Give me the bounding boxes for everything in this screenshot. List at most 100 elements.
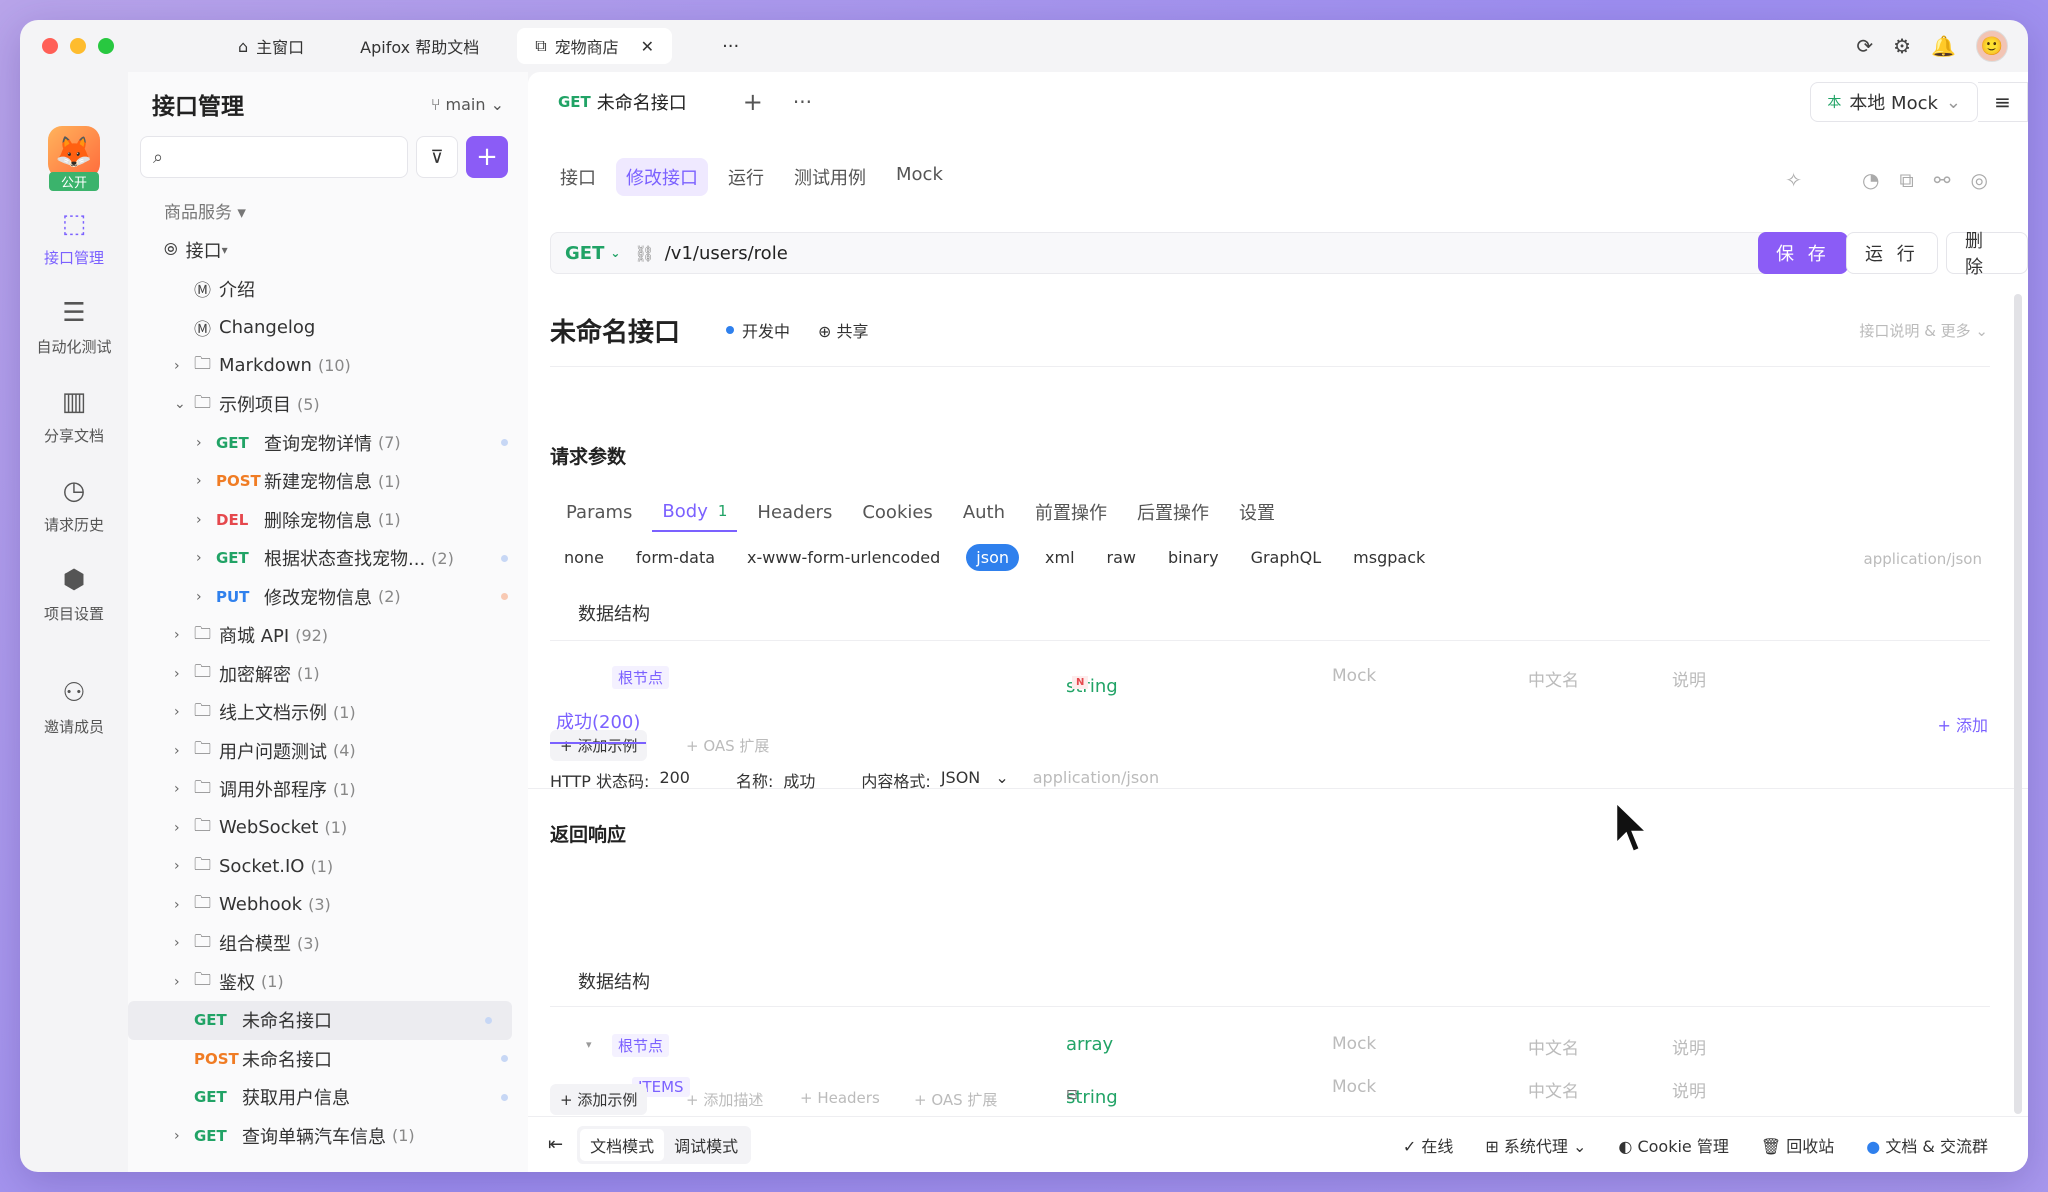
chevron-right-icon[interactable]: › <box>174 666 180 682</box>
body-type-form-data[interactable]: form-data <box>630 544 721 571</box>
filter-button[interactable]: ⊽ <box>416 136 458 178</box>
collapse-sidebar-icon[interactable]: ⇤ <box>548 1134 563 1155</box>
chevron-right-icon[interactable]: › <box>196 512 202 528</box>
tab-cookies[interactable]: Cookies <box>852 492 942 532</box>
add-button[interactable]: + <box>466 136 508 178</box>
close-window-button[interactable] <box>42 38 58 54</box>
response-name[interactable]: 成功 <box>783 768 815 792</box>
branch-selector[interactable]: ⑂ main ⌄ <box>431 95 504 114</box>
rail-item-api[interactable]: ⬚ 接口管理 <box>20 209 128 268</box>
body-type-graphql[interactable]: GraphQL <box>1245 544 1328 571</box>
tree-item[interactable]: POST 未命名接口 <box>128 1040 528 1079</box>
menu-icon[interactable]: ≡ <box>1978 82 2028 122</box>
tab-pet-store[interactable]: ⧉ 宠物商店 ✕ <box>517 28 673 64</box>
share-icon[interactable]: ⚯ <box>1934 168 1951 192</box>
caret-down-icon[interactable]: ▾ <box>222 243 228 257</box>
add-response-button[interactable]: + 添加 <box>1938 712 1989 736</box>
project-logo[interactable]: 🦊 <box>48 126 100 178</box>
chevron-right-icon[interactable]: › <box>174 897 180 913</box>
api-desc-link[interactable]: 接口说明 & 更多 ⌄ <box>1859 320 1988 341</box>
schema-row[interactable]: 根节点 string N Mock 中文名 说明 <box>550 656 1990 697</box>
method-select[interactable]: GET ⌄ <box>551 243 634 264</box>
doc-mode-button[interactable]: 文档模式 <box>580 1128 665 1161</box>
tab-help-docs[interactable]: Apifox 帮助文档 <box>342 28 497 64</box>
trash-button[interactable]: 🗑 回收站 <box>1761 1133 1834 1157</box>
chevron-right-icon[interactable]: › <box>174 974 180 990</box>
history-icon[interactable]: ◔ <box>1862 168 1879 192</box>
format-select[interactable]: JSON ⌄ <box>941 768 1009 792</box>
gear-icon[interactable]: ⚙ <box>1893 34 1911 58</box>
response-tab-200[interactable]: 成功(200) <box>550 708 647 744</box>
subtab-run[interactable]: 运行 <box>718 158 774 196</box>
body-type-binary[interactable]: binary <box>1162 544 1225 571</box>
search-input[interactable]: ⌕ <box>140 136 408 178</box>
add-example-button[interactable]: + 添加示例 <box>550 1084 648 1115</box>
refresh-icon[interactable]: ⟳ <box>1856 34 1873 58</box>
service-group[interactable]: 商品服务 ▾ <box>128 178 528 223</box>
tree-item[interactable]: › 🗀 鉴权 (1) <box>128 963 528 1002</box>
tab-post-ops[interactable]: 后置操作 <box>1127 492 1219 532</box>
tree-item[interactable]: › 🗀 线上文档示例 (1) <box>128 693 528 732</box>
tree-item[interactable]: › GET 根据状态查找宠物... (2) <box>128 539 528 578</box>
chevron-right-icon[interactable]: › <box>174 820 180 836</box>
tree-item[interactable]: › POST 新建宠物信息 (1) <box>128 462 528 501</box>
tab-settings[interactable]: 设置 <box>1229 492 1285 532</box>
tree-item[interactable]: › 🗀 Socket.IO (1) <box>128 847 528 886</box>
body-type-urlencoded[interactable]: x-www-form-urlencoded <box>741 544 946 571</box>
chevron-right-icon[interactable]: › <box>174 858 180 874</box>
delete-button[interactable]: 删 除 <box>1946 231 2028 278</box>
chevron-right-icon[interactable]: › <box>174 627 180 643</box>
share-toggle[interactable]: ⊕ 共享 <box>818 318 869 342</box>
body-type-json[interactable]: json <box>966 544 1020 571</box>
status-badge[interactable]: 开发中 <box>726 318 790 342</box>
copy-icon[interactable]: ⧉ <box>1900 168 1914 192</box>
close-tab-icon[interactable]: ✕ <box>641 37 654 56</box>
chevron-right-icon[interactable]: › <box>174 743 180 759</box>
avatar[interactable]: 🙂 <box>1976 30 2008 62</box>
tree-item[interactable]: Ⓜ Changelog <box>128 308 528 347</box>
new-tab-button[interactable]: + <box>743 88 763 116</box>
add-headers-button[interactable]: + Headers <box>800 1089 880 1107</box>
chevron-right-icon[interactable]: › <box>174 358 180 374</box>
subtab-mock[interactable]: Mock <box>886 158 953 196</box>
oas-ext-button[interactable]: + OAS 扩展 <box>686 735 769 756</box>
url-input[interactable]: /v1/users/role <box>665 243 788 264</box>
bell-icon[interactable]: 🔔 <box>1931 34 1956 58</box>
chevron-right-icon[interactable]: › <box>196 473 202 489</box>
tab-headers[interactable]: Headers <box>747 492 842 532</box>
debug-mode-button[interactable]: 调试模式 <box>664 1129 748 1161</box>
body-type-xml[interactable]: xml <box>1039 544 1081 571</box>
tree-item[interactable]: ⌄ 🗀 示例项目 (5) <box>128 385 528 424</box>
more-tabs-button[interactable]: ··· <box>722 36 739 57</box>
tab-main-window[interactable]: ⌂ 主窗口 <box>220 28 322 64</box>
docs-community[interactable]: ● 文档 & 交流群 <box>1866 1133 1988 1157</box>
run-button[interactable]: 运 行 <box>1846 232 1938 274</box>
tree-item[interactable]: GET 获取用户信息 <box>128 1078 528 1117</box>
chevron-right-icon[interactable]: › <box>174 1128 180 1144</box>
tab-auth[interactable]: Auth <box>953 492 1015 532</box>
tree-item[interactable]: › 🗀 调用外部程序 (1) <box>128 770 528 809</box>
tab-params[interactable]: Params <box>556 492 642 532</box>
chevron-right-icon[interactable]: › <box>174 781 180 797</box>
mock-env-selector[interactable]: 本本地 Mock ⌄ <box>1810 82 1978 122</box>
chevron-right-icon[interactable]: › <box>174 704 180 720</box>
tree-item[interactable]: › GET 查询单辆汽车信息 (1) <box>128 1117 528 1156</box>
body-type-raw[interactable]: raw <box>1101 544 1142 571</box>
schema-row[interactable]: ▾ 根节点 array Mock 中文名 说明 <box>550 1024 1990 1064</box>
minimize-window-button[interactable] <box>70 38 86 54</box>
body-type-none[interactable]: none <box>558 544 610 571</box>
tree-item[interactable]: › 🗀 WebSocket (1) <box>128 809 528 848</box>
tree-item[interactable]: › 🗀 Markdown (10) <box>128 347 528 386</box>
online-status[interactable]: ✓ 在线 <box>1403 1133 1454 1157</box>
tree-item[interactable]: › GET 查询宠物详情 (7) <box>128 424 528 463</box>
oas-ext-button[interactable]: + OAS 扩展 <box>914 1089 997 1110</box>
schema-row[interactable]: ITEMS string ⊟ Mock 中文名 说明 <box>550 1067 1990 1108</box>
subtab-doc[interactable]: 接口 <box>550 158 606 196</box>
maximize-window-button[interactable] <box>98 38 114 54</box>
tree-item[interactable]: Ⓜ 介绍 <box>128 270 528 309</box>
tree-item[interactable]: › 🗀 Webhook (3) <box>128 886 528 925</box>
subtab-edit[interactable]: 修改接口 <box>616 158 708 196</box>
add-desc-button[interactable]: + 添加描述 <box>686 1089 763 1110</box>
chevron-right-icon[interactable]: › <box>174 935 180 951</box>
tree-item[interactable]: › 🗀 加密解密 (1) <box>128 655 528 694</box>
